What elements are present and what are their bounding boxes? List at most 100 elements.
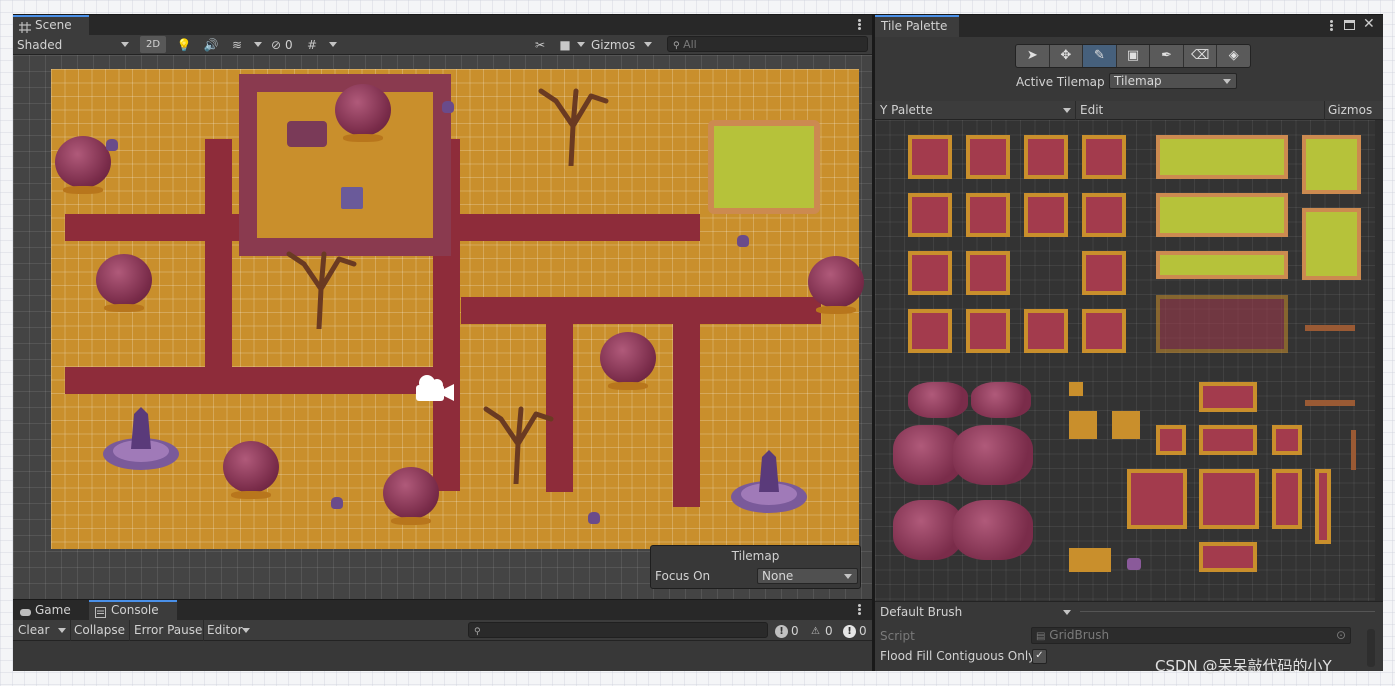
tile[interactable] — [1156, 193, 1288, 237]
fill-tool-icon[interactable]: ◈ — [1217, 45, 1250, 67]
tile[interactable] — [1199, 542, 1257, 572]
collapse-button[interactable]: Collapse — [71, 622, 128, 639]
active-tilemap-dropdown[interactable]: Tilemap — [1109, 73, 1237, 89]
tile[interactable] — [1302, 135, 1361, 194]
toggle-2d-button[interactable]: 2D — [140, 36, 166, 53]
path-vertical-right — [673, 297, 700, 507]
log-count-badge[interactable]: ! 0 — [775, 623, 799, 639]
console-search-input[interactable]: ⚲ — [468, 622, 768, 638]
tab-console[interactable]: Console — [89, 600, 177, 620]
hidden-objects-icon[interactable]: ⊘ — [269, 37, 283, 53]
tile[interactable] — [1082, 193, 1126, 237]
inspector-scrollbar[interactable] — [1367, 629, 1375, 667]
camera-gizmo-icon[interactable] — [410, 373, 456, 407]
select-tool-icon[interactable]: ➤ — [1016, 45, 1050, 67]
palette-grid[interactable] — [875, 120, 1375, 601]
brush-dropdown[interactable]: Default Brush — [880, 605, 962, 619]
tab-game[interactable]: Game — [13, 600, 87, 620]
tile[interactable] — [1024, 309, 1068, 353]
tile[interactable] — [966, 251, 1010, 295]
grid-dropdown-icon[interactable] — [329, 42, 337, 47]
flood-fill-checkbox[interactable]: ✓ — [1032, 649, 1047, 664]
warning-count-badge[interactable]: ⚠ 0 — [809, 623, 833, 639]
gizmos-dropdown-icon[interactable] — [644, 42, 652, 47]
tile[interactable] — [1024, 135, 1068, 179]
overlay-title: Tilemap — [731, 549, 780, 563]
console-icon — [95, 606, 107, 618]
tile[interactable] — [1112, 411, 1140, 439]
scene-menu-icon[interactable] — [858, 18, 862, 32]
tile[interactable] — [1315, 469, 1331, 544]
tile[interactable] — [1082, 309, 1126, 353]
clear-dropdown-icon[interactable] — [58, 628, 66, 633]
bush-tile[interactable] — [953, 425, 1033, 485]
tile[interactable] — [1272, 425, 1302, 455]
effects-icon[interactable]: ≋ — [229, 37, 245, 53]
tile-palette-menu-icon[interactable] — [1330, 19, 1334, 33]
tab-tile-palette[interactable]: Tile Palette — [875, 15, 959, 37]
tile[interactable] — [1127, 469, 1187, 529]
tile[interactable] — [1082, 251, 1126, 295]
tile[interactable] — [1199, 382, 1257, 412]
tile[interactable] — [908, 251, 952, 295]
erase-tool-icon[interactable]: ⌫ — [1184, 45, 1218, 67]
paint-tool-icon[interactable]: ✎ — [1083, 45, 1117, 67]
tile[interactable] — [1199, 425, 1257, 455]
console-menu-icon[interactable] — [858, 603, 862, 617]
tile[interactable] — [1069, 382, 1083, 396]
tile[interactable] — [908, 135, 952, 179]
lighting-icon[interactable]: 💡 — [176, 37, 192, 53]
fence-tile[interactable] — [1305, 325, 1355, 331]
close-icon[interactable]: ✕ — [1363, 16, 1375, 32]
effects-dropdown-icon[interactable] — [254, 42, 262, 47]
audio-icon[interactable]: 🔊 — [203, 37, 219, 53]
clear-button[interactable]: Clear — [15, 622, 52, 639]
tile[interactable] — [908, 309, 952, 353]
bush-tile[interactable] — [908, 382, 968, 418]
fence-tile[interactable] — [1351, 430, 1356, 470]
tile[interactable] — [1069, 548, 1111, 572]
tile[interactable] — [1156, 295, 1288, 353]
camera-icon[interactable]: ■ — [557, 37, 573, 53]
grid-icon[interactable]: # — [304, 37, 320, 53]
pot-tile[interactable] — [1127, 558, 1141, 570]
tile[interactable] — [1199, 469, 1259, 529]
scene-viewport[interactable] — [13, 55, 872, 599]
bush-tile[interactable] — [953, 500, 1033, 560]
editor-dropdown[interactable]: Editor — [204, 622, 246, 639]
tile[interactable] — [1069, 411, 1097, 439]
camera-dropdown-icon[interactable] — [577, 42, 585, 47]
palette-dropdown[interactable]: Y Palette — [880, 103, 933, 117]
edit-button[interactable]: Edit — [1080, 103, 1103, 117]
tile[interactable] — [1156, 135, 1288, 179]
tile[interactable] — [966, 309, 1010, 353]
tile[interactable] — [908, 193, 952, 237]
tile[interactable] — [966, 135, 1010, 179]
focus-on-dropdown[interactable]: None — [757, 568, 858, 584]
tile[interactable] — [1156, 425, 1186, 455]
error-pause-button[interactable]: Error Pause — [131, 622, 205, 639]
tile[interactable] — [1082, 135, 1126, 179]
error-count-badge[interactable]: ! 0 — [843, 623, 867, 639]
scene-search-input[interactable]: ⚲ All — [667, 36, 868, 52]
tab-scene-label: Scene — [35, 18, 72, 32]
tab-scene[interactable]: Scene — [13, 15, 89, 35]
palette-gizmos-button[interactable]: Gizmos — [1328, 103, 1372, 117]
tile[interactable] — [1302, 208, 1361, 280]
palette-scrollbar[interactable] — [1375, 120, 1383, 601]
fence-tile[interactable] — [1305, 400, 1355, 406]
maximize-icon[interactable] — [1344, 20, 1355, 30]
chevron-down-icon — [844, 574, 852, 579]
move-tool-icon[interactable]: ✥ — [1050, 45, 1084, 67]
tile[interactable] — [1024, 193, 1068, 237]
bush-tile[interactable] — [971, 382, 1031, 418]
tile[interactable] — [966, 193, 1010, 237]
gizmos-button[interactable]: Gizmos — [591, 38, 635, 52]
shading-mode-dropdown[interactable]: Shaded — [17, 38, 62, 52]
picker-tool-icon[interactable]: ✒ — [1150, 45, 1184, 67]
tools-icon[interactable]: ✂ — [532, 37, 548, 53]
tile[interactable] — [1272, 469, 1302, 529]
tile[interactable] — [1156, 251, 1288, 279]
box-fill-tool-icon[interactable]: ▣ — [1117, 45, 1151, 67]
console-log-area[interactable] — [13, 641, 872, 671]
